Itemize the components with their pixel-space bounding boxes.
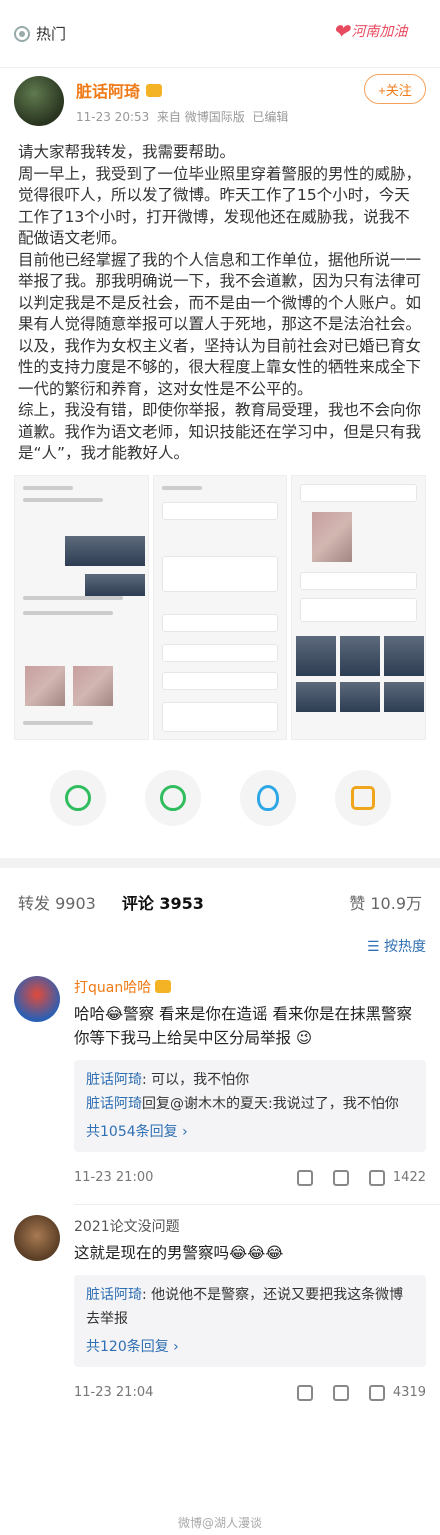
interaction-tabs: 转发 9903 评论 3953 赞 10.9万: [0, 868, 440, 936]
moments-icon: [159, 784, 186, 811]
like-button[interactable]: 1422: [368, 1169, 426, 1186]
hot-icon: [14, 25, 30, 42]
comment-footer: 11-23 21:04 4319: [74, 1367, 426, 1419]
comment-footer: 11-23 21:00 1422: [74, 1152, 426, 1204]
wechat-icon: [64, 784, 91, 811]
comment-time: 11-23 21:04: [74, 1385, 154, 1400]
reply-text: 回复@谢木木的夏天:我说过了，我不怕你: [142, 1095, 399, 1112]
reply-box[interactable]: 脏话阿琦: 他说他不是警察，还说又要把我这条微博去举报 共120条回复 ›: [74, 1274, 426, 1367]
reply-item: 脏话阿琦: 他说他不是警察，还说又要把我这条微博去举报: [86, 1283, 414, 1331]
edited-label: 已编辑: [252, 110, 289, 124]
screenshot-image-3[interactable]: [291, 474, 427, 740]
follow-button[interactable]: +关注: [364, 74, 426, 104]
qq-icon: [256, 784, 279, 811]
like-count: 4319: [392, 1385, 426, 1400]
like-count: 1422: [392, 1170, 426, 1185]
reply-text: : 可以，我不怕你: [142, 1071, 250, 1088]
comment-text: 这就是现在的男警察吗😂😂😂: [74, 1243, 284, 1262]
commenter-avatar[interactable]: [14, 1214, 60, 1261]
post-meta: 11-23 20:53 来自 微博国际版 已编辑: [76, 108, 288, 125]
henan-banner: ❤ 河南加油: [320, 12, 420, 50]
reply-item: 脏话阿琦回复@谢木木的夏天:我说过了，我不怕你: [86, 1092, 414, 1116]
author-avatar[interactable]: [14, 76, 64, 126]
post-header: 脏话阿琦 11-23 20:53 来自 微博国际版 已编辑 +关注: [0, 68, 440, 130]
comment-time: 11-23 21:00: [74, 1170, 154, 1185]
photo-icon: [350, 785, 375, 810]
post-paragraph: 请大家帮我转发，我需要帮助。: [18, 143, 236, 161]
commenter-avatar[interactable]: [14, 975, 60, 1022]
more-replies-link[interactable]: 共1054条回复 ›: [86, 1120, 414, 1144]
post-paragraph: 以及，我作为女权主义者，坚持认为目前社会对已婚已育女性的支持力度是不够的，很大程…: [18, 336, 422, 398]
author-name-text[interactable]: 脏话阿琦: [76, 78, 140, 102]
image-gallery: [0, 465, 440, 740]
comment-text: 哈哈😂警察 看来是你在造谣 看来你是在抹黑警察 你等下我马上给吴中区分局举报 😉: [74, 1004, 412, 1047]
reply-icon[interactable]: [332, 1169, 349, 1186]
reply-box[interactable]: 脏话阿琦: 可以，我不怕你 脏话阿琦回复@谢木木的夏天:我说过了，我不怕你 共1…: [74, 1059, 426, 1152]
top-bar: 热门 ❤ 河南加油: [0, 0, 440, 68]
reply-user[interactable]: 脏话阿琦: [86, 1096, 142, 1112]
like-button[interactable]: 4319: [368, 1384, 426, 1401]
reply-icon[interactable]: [332, 1384, 349, 1401]
tab-likes[interactable]: 赞 10.9万: [349, 890, 422, 914]
share-icon[interactable]: [296, 1169, 313, 1186]
commenter-name[interactable]: 2021论文没问题: [74, 1215, 426, 1237]
vip-crown-icon: [146, 83, 163, 97]
screenshot-image-1[interactable]: [14, 474, 149, 740]
thumbs-up-icon: [368, 1169, 385, 1186]
commenter-name[interactable]: 打quan哈哈: [74, 976, 426, 998]
vip-crown-icon: [155, 980, 172, 993]
reply-user[interactable]: 脏话阿琦: [86, 1287, 142, 1303]
commenter-name-text[interactable]: 打quan哈哈: [74, 977, 151, 997]
reply-item: 脏话阿琦: 可以，我不怕你: [86, 1068, 414, 1092]
tab-repost[interactable]: 转发 9903: [18, 890, 96, 914]
share-bar: [0, 758, 440, 838]
share-qq-button[interactable]: [239, 769, 296, 826]
share-icon[interactable]: [296, 1384, 313, 1401]
thumbs-up-icon: [368, 1384, 385, 1401]
share-wechat-button[interactable]: [49, 769, 106, 826]
post-content: 请大家帮我转发，我需要帮助。 周一早上，我受到了一位毕业照里穿着警服的男性的威胁…: [0, 130, 440, 465]
sort-label: 按热度: [384, 938, 426, 955]
banner-text: 河南加油: [351, 24, 408, 40]
post-source: 来自 微博国际版: [156, 110, 245, 124]
share-moments-button[interactable]: [144, 769, 201, 826]
sort-toggle[interactable]: ☰ 按热度: [0, 936, 440, 966]
tab-comments[interactable]: 评论 3953: [122, 890, 204, 914]
reply-user[interactable]: 脏话阿琦: [86, 1072, 142, 1088]
more-replies-link[interactable]: 共120条回复 ›: [86, 1335, 414, 1359]
sort-icon: ☰: [366, 938, 380, 955]
screenshot-image-2[interactable]: [152, 474, 288, 740]
hot-label: 热门: [36, 25, 67, 43]
post-time: 11-23 20:53: [76, 110, 150, 124]
hot-section-link[interactable]: 热门: [14, 23, 66, 44]
comment-item: 2021论文没问题 这就是现在的男警察吗😂😂😂 脏话阿琦: 他说他不是警察，还说…: [0, 1205, 440, 1419]
author-name[interactable]: 脏话阿琦: [76, 78, 288, 102]
comment-item: 打quan哈哈 哈哈😂警察 看来是你在造谣 看来你是在抹黑警察 你等下我马上给吴…: [0, 966, 440, 1204]
watermark: 微博@湖人漫谈: [177, 1516, 262, 1530]
post-paragraph: 目前他已经掌握了我的个人信息和工作单位，据他所说一一举报了我。那我明确说一下，我…: [18, 250, 422, 334]
share-photo-button[interactable]: [334, 769, 391, 826]
commenter-name-text[interactable]: 2021论文没问题: [74, 1216, 180, 1236]
heart-icon: ❤: [332, 19, 350, 43]
section-divider: [0, 857, 440, 868]
post-paragraph: 综上，我没有错，即使你举报，教育局受理，我也不会向你道歉。我作为语文老师，知识技…: [18, 401, 422, 462]
post-paragraph: 周一早上，我受到了一位毕业照里穿着警服的男性的威胁，觉得很吓人，所以发了微博。昨…: [18, 164, 422, 248]
